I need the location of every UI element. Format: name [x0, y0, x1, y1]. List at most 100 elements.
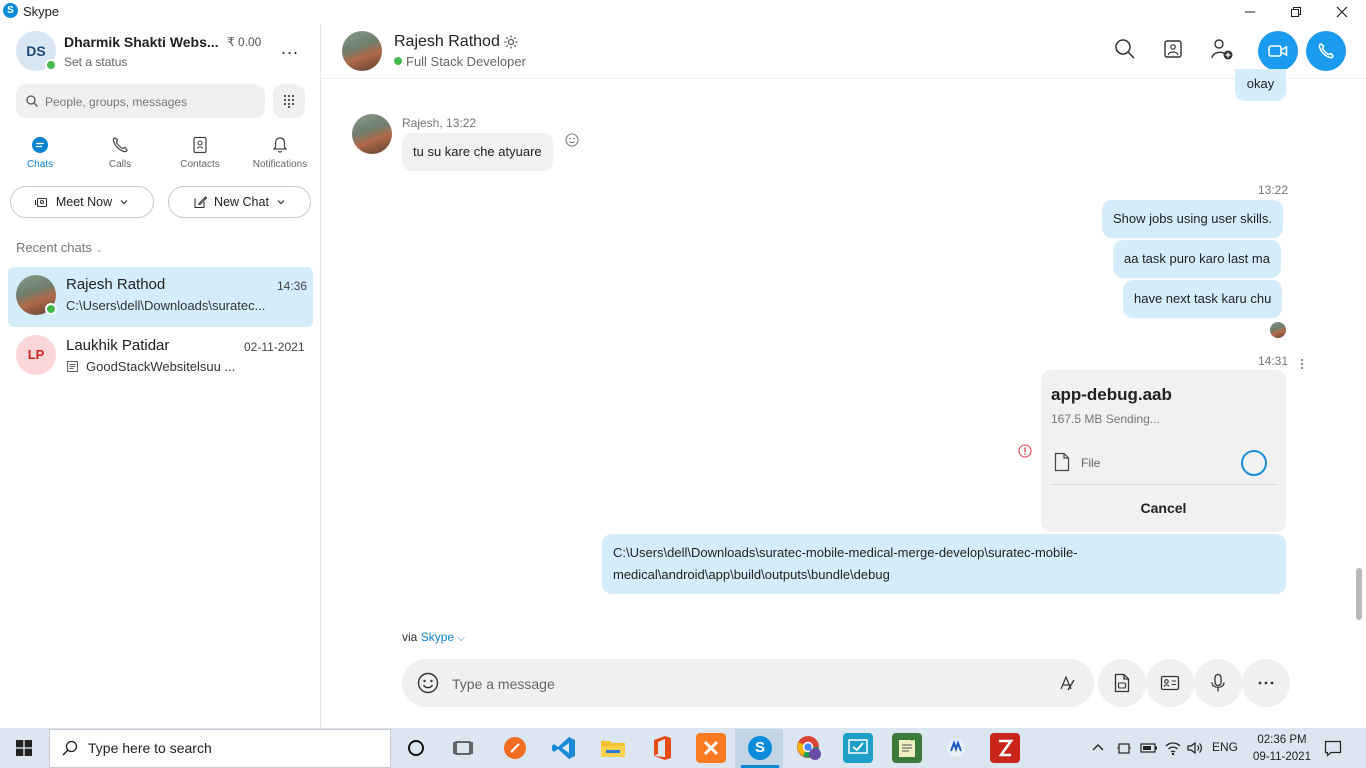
video-call-button[interactable] [1258, 31, 1298, 71]
cancel-upload-button[interactable]: Cancel [1041, 500, 1286, 516]
scrollbar-thumb[interactable] [1356, 568, 1362, 620]
emoji-reaction-icon[interactable] [565, 133, 579, 147]
taskbar-app-chrome-icon[interactable] [794, 733, 824, 763]
message-bubble-outgoing[interactable]: have next task karu chu [1123, 280, 1283, 318]
error-alert-icon[interactable] [1018, 444, 1032, 458]
close-button[interactable] [1319, 0, 1365, 24]
set-status-link[interactable]: Set a status [64, 55, 127, 69]
chevron-down-icon[interactable]: ⌵ [457, 633, 465, 644]
gallery-button[interactable] [1162, 38, 1188, 64]
more-compose-options-button[interactable] [1242, 659, 1290, 707]
recent-chats-header[interactable]: Recent chats ⌄ [16, 240, 103, 255]
restore-button[interactable] [1273, 0, 1319, 24]
tray-device-icon[interactable] [1116, 740, 1132, 756]
contact-name[interactable]: Rajesh Rathod [394, 33, 500, 51]
meet-now-label: Meet Now [55, 195, 113, 209]
divider [1051, 484, 1276, 485]
online-presence-dot [45, 59, 57, 71]
taskbar-app-skype-icon[interactable]: S [745, 733, 775, 763]
sender-avatar[interactable] [352, 114, 392, 154]
message-input-placeholder[interactable]: Type a message [452, 676, 555, 692]
tab-notifications-label: Notifications [252, 159, 308, 170]
file-status: 167.5 MB Sending... [1051, 412, 1160, 426]
taskbar-app-office-icon[interactable] [647, 733, 677, 763]
dialpad-button[interactable] [273, 84, 305, 118]
input-language[interactable]: ENG [1212, 740, 1238, 754]
send-file-button[interactable] [1098, 659, 1146, 707]
clock-time: 02:36 PM [1257, 734, 1307, 746]
battery-icon[interactable] [1140, 741, 1158, 755]
chat-time: 14:36 [277, 279, 308, 293]
volume-icon[interactable] [1186, 740, 1204, 756]
message-bubble-outgoing[interactable]: Show jobs using user skills. [1102, 200, 1283, 238]
add-people-button[interactable] [1210, 38, 1236, 64]
message-bubble-incoming[interactable]: tu su kare che atyuare [402, 133, 553, 171]
emoji-icon [417, 672, 439, 694]
file-name[interactable]: app-debug.aab [1051, 385, 1172, 405]
tab-contacts[interactable]: Contacts [170, 136, 230, 176]
audio-call-button[interactable] [1306, 31, 1346, 71]
taskbar-app-vpn-icon[interactable] [941, 733, 971, 763]
wifi-icon[interactable] [1164, 740, 1182, 756]
tab-calls[interactable]: Calls [90, 136, 150, 176]
online-presence-dot [45, 303, 57, 315]
taskbar-app-filezilla-icon[interactable] [990, 733, 1020, 763]
message-time: 14:31 [1258, 354, 1289, 368]
taskbar-clock[interactable]: 02:36 PM 09-11-2021 [1253, 732, 1311, 766]
search-chat-button[interactable] [1114, 38, 1140, 64]
search-icon [62, 740, 78, 756]
message-bubble-outgoing[interactable]: C:\Users\dell\Downloads\suratec-mobile-m… [602, 534, 1286, 594]
skype-credit-balance[interactable]: ₹ 0.00 [227, 35, 261, 49]
chat-bubble-icon [32, 137, 48, 153]
format-pen-icon [1060, 675, 1075, 691]
contact-avatar[interactable] [342, 31, 382, 71]
send-contact-button[interactable] [1146, 659, 1194, 707]
tab-chats[interactable]: Chats [10, 136, 70, 176]
voice-message-button[interactable] [1194, 659, 1242, 707]
taskbar-app-xampp-icon[interactable] [696, 733, 726, 763]
dialpad-icon [283, 94, 295, 108]
more-horizontal-icon [1258, 681, 1274, 685]
message-more-icon[interactable] [1300, 358, 1304, 370]
new-chat-label: New Chat [214, 195, 269, 209]
file-type-label: File [1081, 456, 1101, 470]
windows-start-button[interactable] [16, 740, 32, 756]
show-hidden-icons-chevron-icon[interactable] [1091, 741, 1105, 753]
meet-now-button[interactable]: Meet Now [10, 186, 154, 218]
more-options-button[interactable]: ... [276, 38, 304, 62]
recent-chats-label: Recent chats [16, 240, 92, 255]
profile-name[interactable]: Dharmik Shakti Webs... [64, 34, 219, 50]
read-receipt-avatar [1270, 322, 1286, 338]
taskbar-app-monitor-icon[interactable] [843, 733, 873, 763]
message-time: 13:22 [1258, 183, 1289, 197]
taskbar-app-file-explorer-icon[interactable] [598, 733, 628, 763]
microphone-icon [1211, 673, 1225, 692]
chevron-down-icon [277, 200, 285, 205]
taskbar-app-notepad-icon[interactable] [892, 733, 922, 763]
add-person-icon [1211, 39, 1233, 60]
new-chat-button[interactable]: New Chat [168, 186, 311, 218]
bell-icon [272, 137, 288, 153]
message-bubble-outgoing[interactable]: aa task puro karo last ma [1113, 240, 1281, 278]
emoji-button[interactable] [417, 672, 439, 694]
file-attach-icon [1114, 673, 1130, 693]
contact-card-icon [193, 136, 207, 154]
action-center-icon[interactable] [1324, 739, 1342, 757]
gear-icon[interactable] [503, 34, 519, 50]
message-bubble-outgoing[interactable]: okay [1235, 69, 1286, 101]
tab-notifications[interactable]: Notifications [250, 136, 310, 176]
chat-contact-name: Rajesh Rathod [66, 276, 166, 293]
chat-list-item[interactable]: LP Laukhik Patidar 02-11-2021 GoodStackW… [8, 327, 313, 387]
clock-date: 09-11-2021 [1253, 751, 1311, 763]
phone-icon [1318, 43, 1334, 59]
minimize-button[interactable] [1227, 0, 1273, 24]
skype-link[interactable]: Skype [421, 630, 454, 644]
cortana-icon[interactable] [406, 738, 426, 758]
task-view-icon[interactable] [453, 738, 473, 758]
text-format-button[interactable] [1058, 674, 1076, 692]
tab-contacts-label: Contacts [180, 159, 220, 170]
taskbar-app-vscode-icon[interactable] [549, 733, 579, 763]
chat-list-item[interactable]: Rajesh Rathod 14:36 C:\Users\dell\Downlo… [8, 267, 313, 327]
taskbar-app-browser-icon[interactable] [500, 733, 530, 763]
skype-logo-icon: S [3, 3, 18, 18]
